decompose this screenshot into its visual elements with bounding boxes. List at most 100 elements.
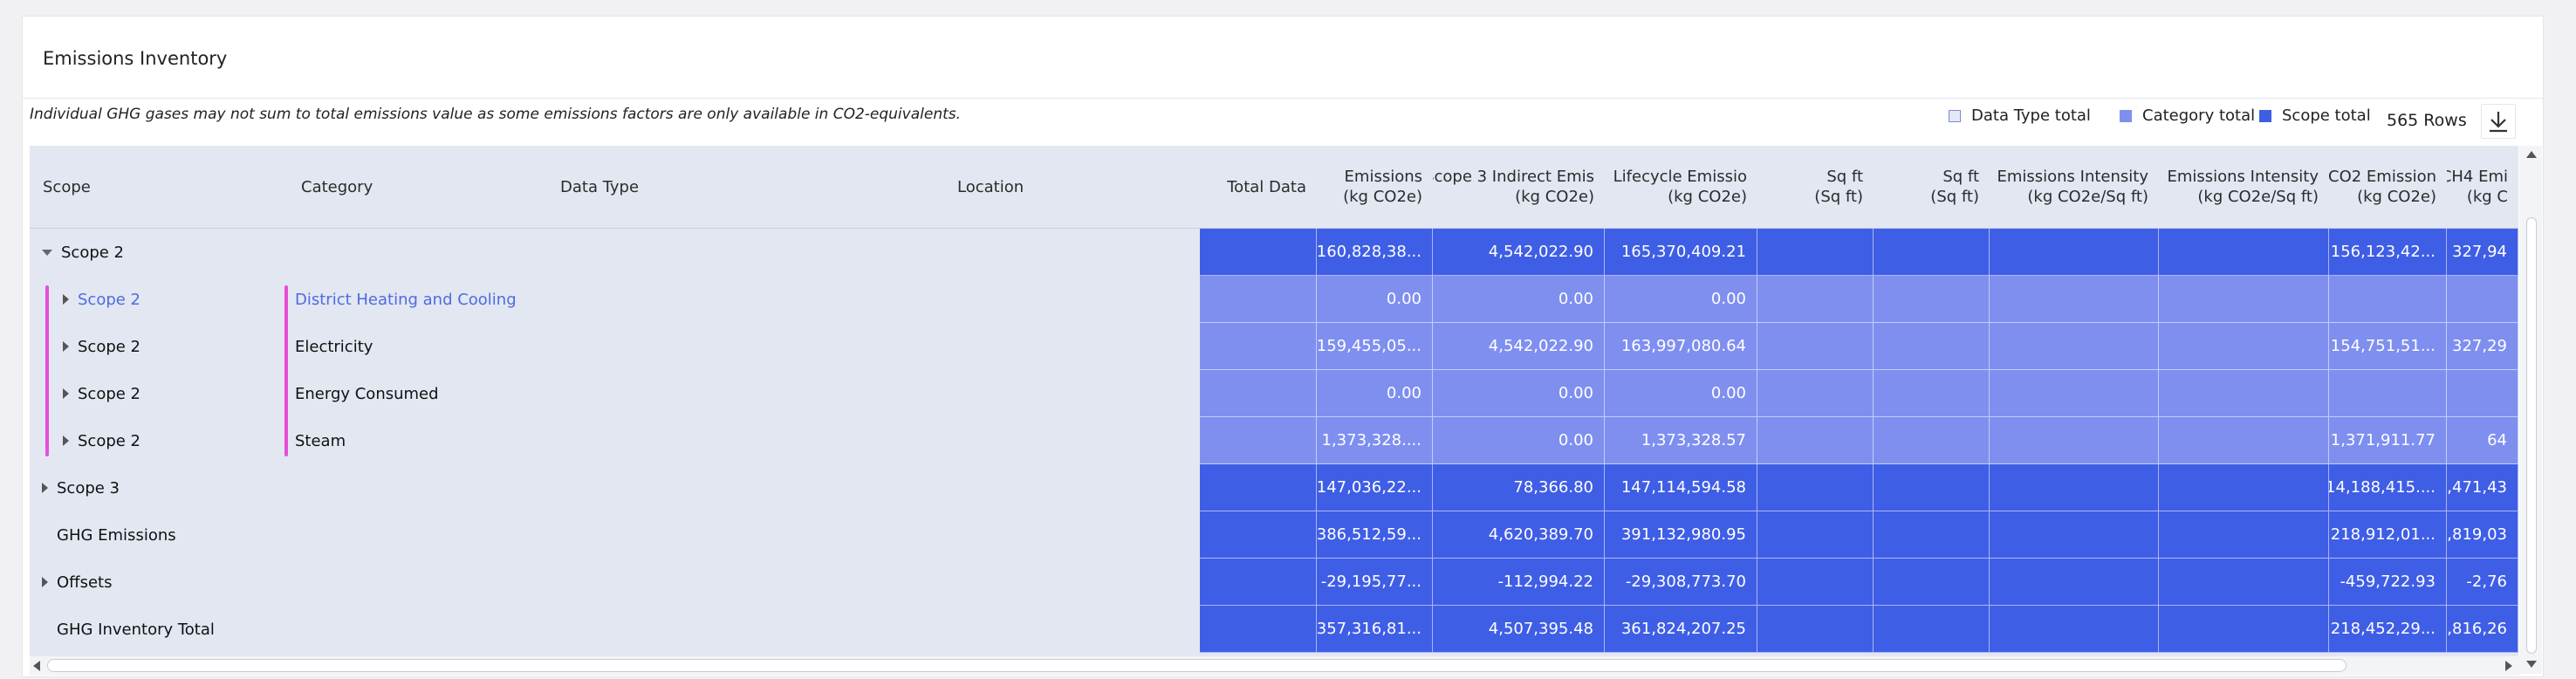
scope-label[interactable]: Scope 2: [78, 291, 140, 309]
category-cell: Energy Consumed: [295, 370, 439, 417]
column-header-label: Lifecycle Emissio: [1613, 168, 1747, 186]
value-cell-sqft-1: [1757, 323, 1874, 370]
expand-chevron-icon[interactable]: [42, 483, 48, 493]
scope-cell: Scope 2: [42, 229, 124, 276]
value-cell-emissions: 147,036,22...: [1317, 464, 1433, 511]
scope-label: GHG Emissions: [57, 525, 176, 545]
grid-header: Scope Category Data Type Location Total Data…: [30, 146, 2518, 229]
category-label: Electricity: [295, 337, 373, 356]
scroll-down-arrow[interactable]: [2526, 661, 2537, 668]
horizontal-scroll-thumb[interactable]: [47, 659, 2346, 672]
download-button[interactable]: [2481, 104, 2516, 139]
table-row[interactable]: Scope 2 Energy Consumed 0.00 0.00 0.00: [30, 370, 2518, 417]
table-row[interactable]: Scope 3 147,036,22... 78,366.80 147,114,594…: [30, 464, 2518, 511]
value-cell-intensity-2: [2159, 323, 2329, 370]
scope-cell: Scope 2: [63, 323, 140, 370]
value-cell-lifecycle: -29,308,773.70: [1605, 559, 1757, 606]
legend-label: Category total: [2142, 106, 2256, 125]
table-row[interactable]: Scope 2 Steam 1,373,328.... 0.00 1,373,328.5…: [30, 417, 2518, 464]
value-cell-sqft-1: [1757, 464, 1874, 511]
value-cell-emissions: -29,195,77...: [1317, 559, 1433, 606]
value-cell-ch4: [2447, 370, 2518, 417]
column-header-category[interactable]: Category: [288, 146, 547, 228]
column-header-label: Sq ft: [1942, 168, 1979, 186]
value-cell-intensity-2: [2159, 606, 2329, 653]
table-row[interactable]: Scope 2 District Heating and Cooling 0.00 0…: [30, 276, 2518, 323]
column-header-scope3-indirect[interactable]: Scope 3 Indirect Emis (kg CO2e): [1433, 146, 1605, 228]
vertical-scrollbar[interactable]: [2519, 146, 2542, 674]
column-header-intensity-2[interactable]: Emissions Intensity (kg CO2e/Sq ft): [2159, 146, 2329, 228]
value-cell-lifecycle: 361,824,207.25: [1605, 606, 1757, 653]
value-cell-total-data: [1200, 464, 1317, 511]
column-header-label: Category: [301, 177, 373, 196]
column-header-total-data[interactable]: Total Data: [1200, 146, 1317, 228]
value-cell-sqft-1: [1757, 370, 1874, 417]
value-cell-intensity-1: [1990, 229, 2159, 276]
value-cell-scope3-indirect: 0.00: [1433, 417, 1605, 464]
value-cell-intensity-2: [2159, 464, 2329, 511]
ghg-note: Individual GHG gases may not sum to tota…: [30, 106, 962, 123]
value-cell-sqft-2: [1874, 606, 1990, 653]
expand-chevron-icon[interactable]: [42, 577, 48, 587]
expand-chevron-icon[interactable]: [63, 294, 69, 305]
category-label[interactable]: District Heating and Cooling: [295, 291, 517, 309]
table-row[interactable]: Scope 2 160,828,38... 4,542,022.90 165,370,…: [30, 229, 2518, 276]
column-header-unit: (kg C: [2466, 188, 2508, 206]
scope-cell: Scope 3: [42, 464, 120, 511]
value-cell-intensity-2: [2159, 559, 2329, 606]
expand-chevron-icon[interactable]: [63, 388, 69, 399]
column-header-unit: (kg CO2e): [1668, 188, 1747, 206]
column-header-lifecycle[interactable]: Lifecycle Emissio (kg CO2e): [1605, 146, 1757, 228]
value-cell-sqft-1: [1757, 229, 1874, 276]
value-cell-ch4: -2,76: [2447, 559, 2518, 606]
value-cell-lifecycle: 0.00: [1605, 370, 1757, 417]
value-cell-ch4: 327,94: [2447, 229, 2518, 276]
scroll-up-arrow[interactable]: [2526, 151, 2537, 158]
column-header-label: Scope 3 Indirect Emis: [1433, 168, 1594, 186]
column-header-label: Emissions Intensity: [2167, 168, 2319, 186]
column-header-ch4[interactable]: CH4 Emi (kg C: [2447, 146, 2518, 228]
value-cell-co2: 156,123,42...: [2329, 229, 2447, 276]
table-row[interactable]: GHG Inventory Total 357,316,81... 4,507,39…: [30, 606, 2518, 653]
column-header-intensity-1[interactable]: Emissions Intensity (kg CO2e/Sq ft): [1990, 146, 2159, 228]
column-header-scope[interactable]: Scope: [30, 146, 288, 228]
value-cell-intensity-1: [1990, 559, 2159, 606]
table-row[interactable]: Scope 2 Electricity 159,455,05... 4,542,022…: [30, 323, 2518, 370]
value-cell-sqft-1: [1757, 417, 1874, 464]
expand-chevron-icon[interactable]: [63, 436, 69, 446]
legend-label: Scope total: [2282, 106, 2371, 125]
scope-cell: GHG Inventory Total: [42, 606, 215, 653]
scope-label: Scope 2: [61, 243, 125, 262]
horizontal-scrollbar[interactable]: [30, 656, 2519, 676]
column-header-unit: (kg CO2e/Sq ft): [2197, 188, 2319, 206]
column-header-emissions[interactable]: Emissions (kg CO2e): [1317, 146, 1433, 228]
vertical-scroll-thumb[interactable]: [2526, 217, 2537, 654]
column-header-sqft-2[interactable]: Sq ft (Sq ft): [1874, 146, 1990, 228]
scroll-left-arrow[interactable]: [33, 661, 40, 671]
column-header-unit: (kg CO2e): [1515, 188, 1594, 206]
scroll-right-arrow[interactable]: [2505, 661, 2512, 671]
value-cell-ch4: 327,29: [2447, 323, 2518, 370]
table-row[interactable]: GHG Emissions 386,512,59... 4,620,389.70 39…: [30, 511, 2518, 559]
column-header-label: Sq ft: [1826, 168, 1863, 186]
scope-cell: GHG Emissions: [42, 511, 176, 559]
scope-label: Scope 2: [78, 384, 141, 403]
value-cell-emissions: 0.00: [1317, 276, 1433, 323]
value-cell-co2: [2329, 276, 2447, 323]
value-cell-sqft-2: [1874, 511, 1990, 559]
value-cell-scope3-indirect: 4,620,389.70: [1433, 511, 1605, 559]
value-cell-co2: -459,722.93: [2329, 559, 2447, 606]
value-cell-intensity-2: [2159, 511, 2329, 559]
column-header-label: CH4 Emi: [2447, 168, 2508, 186]
category-group-indicator: [284, 285, 288, 456]
column-header-data-type[interactable]: Data Type: [547, 146, 944, 228]
column-header-location[interactable]: Location: [944, 146, 1200, 228]
column-header-sqft-1[interactable]: Sq ft (Sq ft): [1757, 146, 1874, 228]
column-header-co2[interactable]: CO2 Emission (kg CO2e): [2329, 146, 2447, 228]
scope-cell: Offsets: [42, 559, 112, 606]
value-cell-total-data: [1200, 276, 1317, 323]
expand-chevron-icon[interactable]: [63, 341, 69, 352]
collapse-chevron-icon[interactable]: [42, 249, 52, 256]
legend-swatch-data-type: [1949, 109, 1961, 122]
table-row[interactable]: Offsets -29,195,77... -112,994.22 -29,308,7…: [30, 559, 2518, 606]
